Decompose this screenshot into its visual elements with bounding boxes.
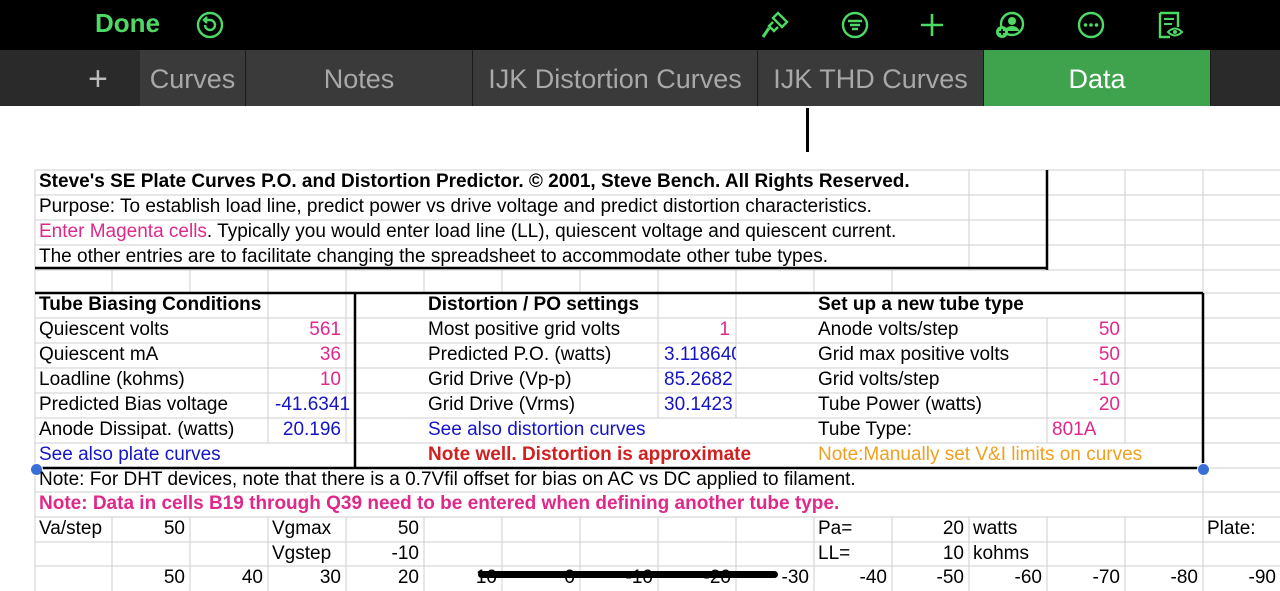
positive-grid-volts-value[interactable]: 1	[658, 318, 730, 342]
series-cell[interactable]: -90	[1203, 566, 1276, 590]
distortion-curves-link[interactable]: See also distortion curves	[428, 418, 646, 442]
distortion-note[interactable]: Note well. Distortion is approximate	[428, 443, 751, 467]
biasing-label[interactable]: Quiescent volts	[39, 318, 169, 342]
distortion-label[interactable]: Grid Drive (Vp-p)	[428, 368, 572, 392]
horizontal-scrollbar[interactable]	[478, 571, 778, 578]
series-cell[interactable]: -30	[736, 566, 809, 590]
plate-label[interactable]: Plate:	[1207, 517, 1256, 541]
grid-drive-vpp-value[interactable]: 85.2682	[664, 368, 736, 392]
enter-magenta-label: Enter Magenta cells	[39, 221, 207, 242]
ll-label[interactable]: LL=	[818, 542, 850, 566]
pa-unit[interactable]: watts	[973, 517, 1017, 541]
data-cells-note[interactable]: Note: Data in cells B19 through Q39 need…	[39, 492, 839, 516]
selection-handle-right[interactable]	[1197, 463, 1210, 476]
quiescent-volts-value[interactable]: 561	[268, 318, 341, 342]
dht-note[interactable]: Note: For DHT devices, note that there i…	[39, 468, 856, 492]
ll-value[interactable]: 10	[892, 542, 964, 566]
distortion-label[interactable]: Predicted P.O. (watts)	[428, 343, 611, 367]
new-tube-label[interactable]: Tube Type:	[818, 418, 912, 442]
series-cell[interactable]: -60	[969, 566, 1042, 590]
new-tube-label[interactable]: Grid volts/step	[818, 368, 939, 392]
biasing-label[interactable]: Anode Dissipat. (watts)	[39, 418, 234, 442]
limits-note[interactable]: Note:Manually set V&I limits on curves	[818, 443, 1142, 467]
series-cell[interactable]: -40	[814, 566, 887, 590]
ll-unit[interactable]: kohms	[973, 542, 1029, 566]
plate-curves-link[interactable]: See also plate curves	[39, 443, 221, 467]
biasing-title[interactable]: Tube Biasing Conditions	[39, 293, 261, 317]
instructions-rest: . Typically you would enter load line (L…	[206, 221, 897, 242]
instructions-text[interactable]: Enter Magenta cells. Typically you would…	[39, 220, 896, 244]
series-cell[interactable]: 0	[502, 566, 575, 590]
anode-volts-step-value[interactable]: 50	[1047, 318, 1120, 342]
vgstep-label[interactable]: Vgstep	[272, 542, 331, 566]
series-cell[interactable]: 40	[190, 566, 263, 590]
predicted-po-value[interactable]: 3.118640	[664, 343, 736, 367]
pa-value[interactable]: 20	[892, 517, 964, 541]
vgmax-value[interactable]: 50	[346, 517, 419, 541]
other-entries-text[interactable]: The other entries are to facilitate chan…	[39, 245, 828, 269]
distortion-label[interactable]: Most positive grid volts	[428, 318, 620, 342]
grid-volts-step-value[interactable]: -10	[1047, 368, 1120, 392]
series-cell[interactable]: -50	[892, 566, 964, 590]
anode-dissipation-value[interactable]: 20.196	[268, 418, 341, 442]
sheet-title[interactable]: Steve's SE Plate Curves P.O. and Distort…	[39, 170, 910, 194]
vgmax-label[interactable]: Vgmax	[272, 517, 331, 541]
pa-label[interactable]: Pa=	[818, 517, 852, 541]
series-cell[interactable]: -70	[1047, 566, 1120, 590]
distortion-label[interactable]: Grid Drive (Vrms)	[428, 393, 575, 417]
tube-power-value[interactable]: 20	[1047, 393, 1120, 417]
series-cell[interactable]: 20	[346, 566, 419, 590]
series-cell[interactable]: 50	[112, 566, 185, 590]
new-tube-label[interactable]: Anode volts/step	[818, 318, 958, 342]
series-cell[interactable]: 30	[268, 566, 341, 590]
series-cell[interactable]: -20	[658, 566, 731, 590]
biasing-label[interactable]: Loadline (kohms)	[39, 368, 185, 392]
bias-voltage-value[interactable]: -41.6341	[275, 393, 353, 417]
tube-type-value[interactable]: 801A	[1052, 418, 1096, 442]
grid-max-positive-value[interactable]: 50	[1047, 343, 1120, 367]
va-step-label[interactable]: Va/step	[39, 517, 102, 541]
new-tube-label[interactable]: Grid max positive volts	[818, 343, 1009, 367]
biasing-label[interactable]: Quiescent mA	[39, 343, 158, 367]
series-cell[interactable]: 10	[424, 566, 497, 590]
va-step-value[interactable]: 50	[112, 517, 185, 541]
new-tube-title[interactable]: Set up a new tube type	[818, 293, 1024, 317]
grid-drive-vrms-value[interactable]: 30.1423	[664, 393, 736, 417]
biasing-label[interactable]: Predicted Bias voltage	[39, 393, 228, 417]
vgstep-value[interactable]: -10	[346, 542, 419, 566]
new-tube-label[interactable]: Tube Power (watts)	[818, 393, 982, 417]
series-cell[interactable]: -10	[580, 566, 653, 590]
distortion-title[interactable]: Distortion / PO settings	[428, 293, 639, 317]
quiescent-ma-value[interactable]: 36	[268, 343, 341, 367]
loadline-value[interactable]: 10	[268, 368, 341, 392]
series-cell[interactable]: -80	[1125, 566, 1198, 590]
purpose-text[interactable]: Purpose: To establish load line, predict…	[39, 195, 872, 219]
